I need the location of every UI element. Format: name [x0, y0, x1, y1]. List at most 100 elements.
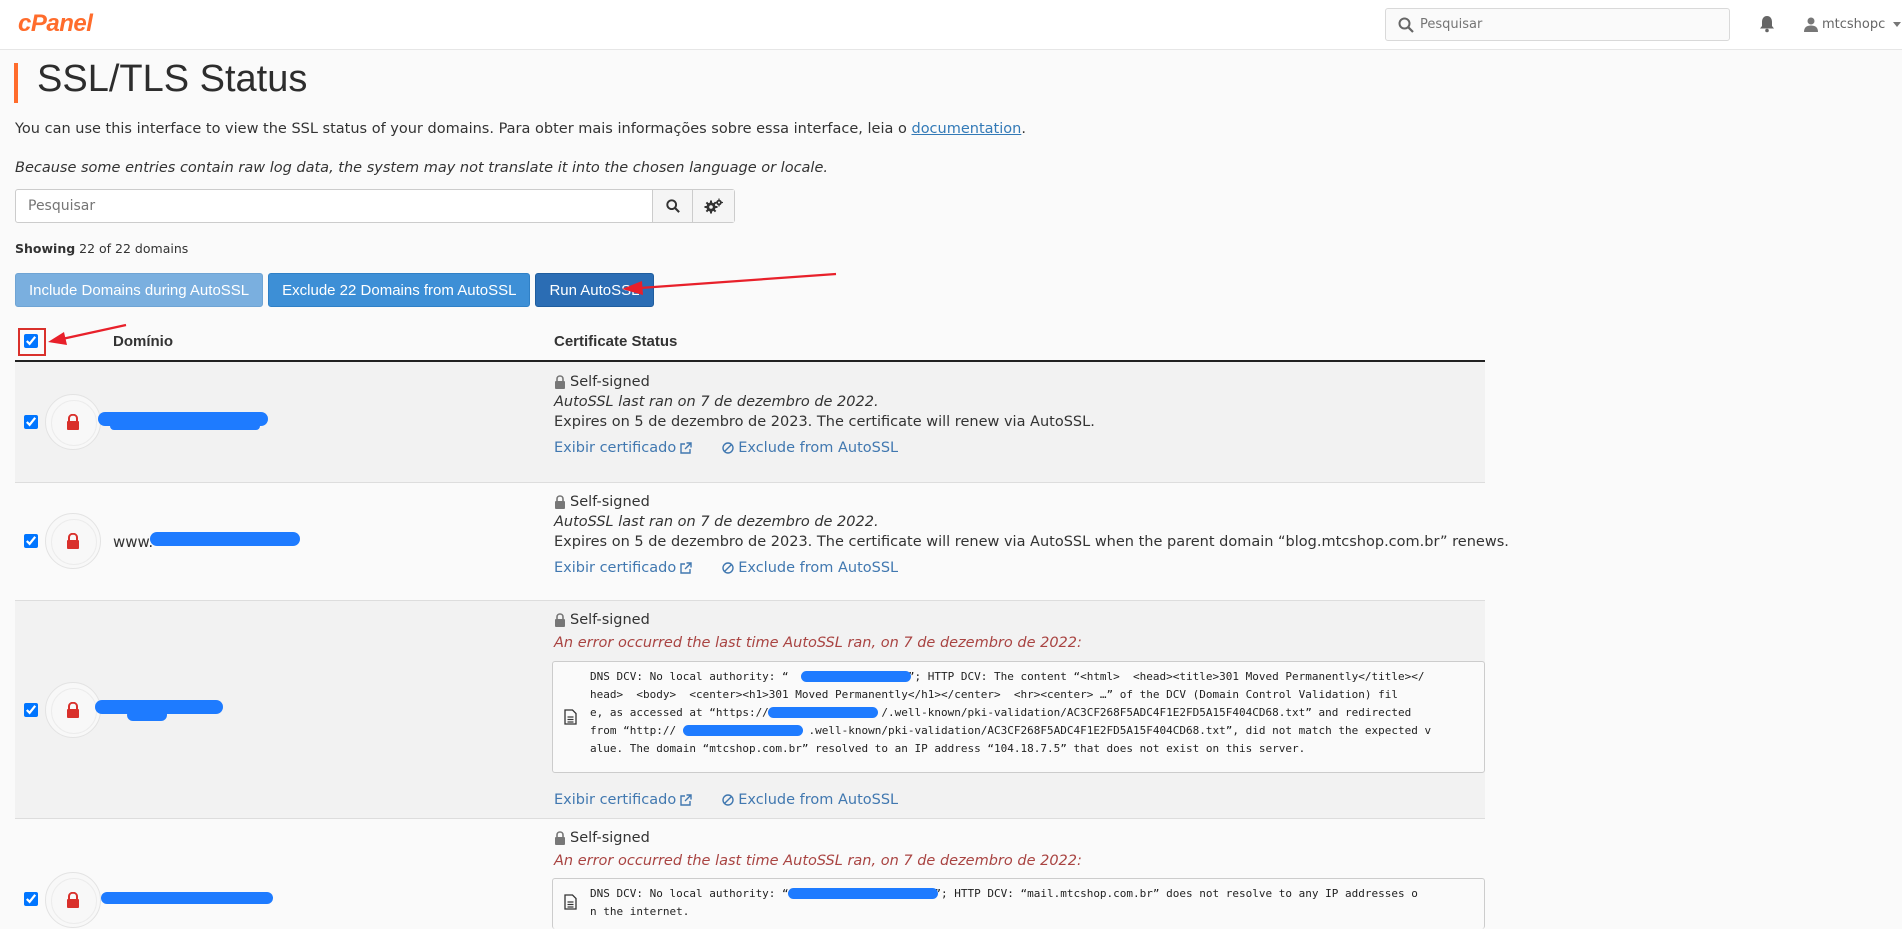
- top-bar: cPanel mtcshopc: [0, 0, 1902, 50]
- redaction-mark: [101, 892, 273, 904]
- include-domains-button[interactable]: Include Domains during AutoSSL: [15, 273, 264, 307]
- lock-icon: [555, 495, 565, 509]
- autossl-error: An error occurred the last time AutoSSL …: [554, 635, 1082, 651]
- table-row: Self-signed AutoSSL last ran on 7 de dez…: [15, 362, 1485, 483]
- top-search-box[interactable]: [1385, 8, 1730, 41]
- view-certificate-label: Exibir certificado: [554, 792, 677, 808]
- exclude-domains-button[interactable]: Exclude 22 Domains from AutoSSL: [268, 273, 531, 307]
- status-type: Self-signed: [554, 610, 1082, 630]
- intro-text: You can use this interface to view the S…: [15, 121, 1026, 137]
- run-autossl-button[interactable]: Run AutoSSL: [535, 273, 654, 307]
- autossl-last-run: AutoSSL last ran on 7 de dezembro de 202…: [554, 514, 879, 530]
- chevron-down-icon: [1893, 21, 1902, 27]
- username: mtcshopc: [1822, 16, 1886, 32]
- autossl-last-run: AutoSSL last ran on 7 de dezembro de 202…: [554, 394, 879, 410]
- status-label: Self-signed: [570, 494, 650, 510]
- lock-icon: [555, 375, 565, 389]
- certificate-status: Self-signed An error occurred the last t…: [554, 610, 1082, 653]
- lock-icon: [67, 533, 79, 549]
- exclude-label: Exclude from AutoSSL: [738, 560, 899, 576]
- exclude-label: Exclude from AutoSSL: [738, 440, 899, 456]
- arrow-to-run-autossl: [622, 272, 837, 295]
- row-checkbox[interactable]: [24, 703, 38, 717]
- ssl-status-indicator: [45, 394, 101, 450]
- search-button[interactable]: [652, 190, 692, 222]
- redaction-mark: [801, 671, 911, 682]
- domain-search-input[interactable]: [16, 190, 652, 222]
- title-accent-bar: [14, 63, 18, 103]
- redaction-mark: [110, 422, 260, 430]
- domain-filter: [15, 189, 735, 223]
- log-line: head> <body> <center><h1>301 Moved Perma…: [590, 688, 1398, 701]
- intro-end: .: [1021, 121, 1026, 137]
- ssl-status-indicator: [45, 872, 101, 928]
- cpanel-logo[interactable]: cPanel: [18, 10, 93, 38]
- ssl-status-indicator: [45, 513, 101, 569]
- locale-note: Because some entries contain raw log dat…: [15, 160, 828, 176]
- redaction-mark: [683, 725, 803, 736]
- view-certificate-link[interactable]: Exibir certificado: [554, 440, 692, 456]
- redaction-mark: [150, 532, 300, 546]
- external-link-icon: [680, 562, 692, 574]
- lock-icon: [67, 892, 79, 908]
- lock-icon: [555, 831, 565, 845]
- showing-count: 22 of 22 domains: [79, 241, 189, 256]
- redaction-mark: [788, 888, 938, 899]
- table-row: www. Self-signed AutoSSL last ran on 7 d…: [15, 483, 1509, 601]
- autossl-error: An error occurred the last time AutoSSL …: [554, 853, 1082, 869]
- log-line: n the internet.: [590, 905, 690, 918]
- certificate-status: Self-signed AutoSSL last ran on 7 de dez…: [554, 492, 1509, 576]
- row-checkbox[interactable]: [24, 892, 38, 906]
- lock-icon: [67, 414, 79, 430]
- file-text-icon: [564, 709, 577, 725]
- view-certificate-label: Exibir certificado: [554, 560, 677, 576]
- view-certificate-link[interactable]: Exibir certificado: [554, 792, 692, 808]
- status-label: Self-signed: [570, 374, 650, 390]
- autossl-actions: Include Domains during AutoSSL Exclude 2…: [15, 273, 654, 307]
- status-type: Self-signed: [554, 828, 1082, 848]
- ban-icon: [722, 794, 734, 806]
- table-row: Self-signed An error occurred the last t…: [15, 601, 1485, 819]
- dcv-error-log: DNS DCV: No local authority: “ ”; HTTP D…: [552, 878, 1485, 929]
- search-icon: [665, 199, 680, 213]
- gears-icon: [704, 198, 723, 214]
- exclude-from-autossl-link[interactable]: Exclude from AutoSSL: [722, 792, 898, 808]
- external-link-icon: [680, 794, 692, 806]
- documentation-link[interactable]: documentation: [911, 121, 1021, 137]
- log-line: alue. The domain “mtcshop.com.br” resolv…: [590, 742, 1306, 755]
- bell-icon[interactable]: [1758, 15, 1776, 33]
- ban-icon: [722, 442, 734, 454]
- status-label: Self-signed: [570, 612, 650, 628]
- status-type: Self-signed: [554, 492, 1509, 512]
- search-icon: [1398, 17, 1414, 33]
- lock-icon: [555, 613, 565, 627]
- column-header-domain[interactable]: Domínio: [113, 333, 173, 350]
- view-certificate-label: Exibir certificado: [554, 440, 677, 456]
- ban-icon: [722, 562, 734, 574]
- intro-body: You can use this interface to view the S…: [15, 121, 912, 137]
- results-count: Showing 22 of 22 domains: [15, 241, 188, 256]
- select-all-checkbox[interactable]: [24, 334, 38, 348]
- expiry-text: Expires on 5 de dezembro de 2023. The ce…: [554, 414, 1095, 430]
- exclude-from-autossl-link[interactable]: Exclude from AutoSSL: [722, 560, 898, 576]
- page-title: SSL/TLS Status: [37, 58, 308, 100]
- log-line: DNS DCV: No local authority: “ ”; HTTP D…: [590, 887, 1418, 900]
- table-row: Self-signed An error occurred the last t…: [15, 819, 1485, 929]
- file-text-icon: [564, 894, 577, 910]
- expiry-text: Expires on 5 de dezembro de 2023. The ce…: [554, 534, 1509, 550]
- user-icon: [1804, 17, 1818, 32]
- dcv-error-log: DNS DCV: No local authority: “ ”; HTTP D…: [552, 661, 1485, 773]
- view-certificate-link[interactable]: Exibir certificado: [554, 560, 692, 576]
- top-search-input[interactable]: [1420, 9, 1720, 40]
- exclude-from-autossl-link[interactable]: Exclude from AutoSSL: [722, 440, 898, 456]
- settings-button[interactable]: [692, 190, 734, 222]
- row-checkbox[interactable]: [24, 534, 38, 548]
- column-header-status[interactable]: Certificate Status: [554, 333, 677, 350]
- status-type: Self-signed: [554, 372, 1095, 392]
- redaction-mark: [768, 707, 878, 718]
- row-checkbox[interactable]: [24, 415, 38, 429]
- domain-name: www.: [113, 533, 154, 551]
- external-link-icon: [680, 442, 692, 454]
- lock-icon: [67, 702, 79, 718]
- user-menu[interactable]: mtcshopc: [1804, 14, 1902, 34]
